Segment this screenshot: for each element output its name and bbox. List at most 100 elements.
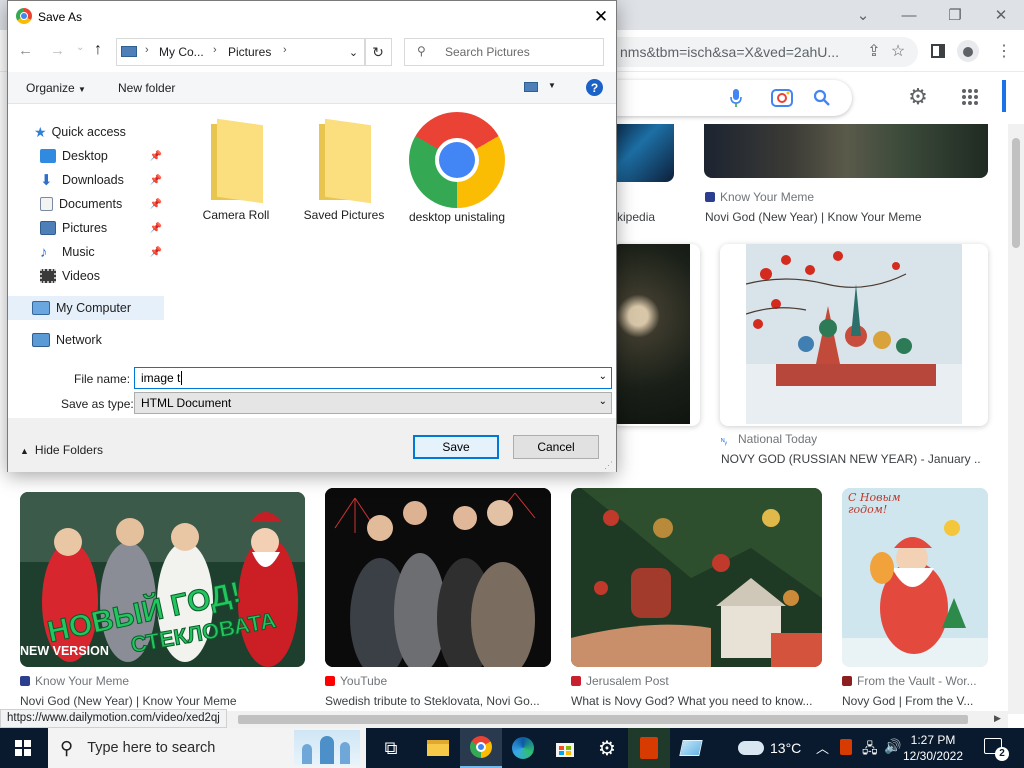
address-breadcrumb[interactable]: › My Co... › Pictures › ⌄ [116,38,366,66]
menu-dots-icon[interactable]: ⋮ [992,39,1016,63]
nav-network[interactable]: Network [8,328,164,352]
dialog-search-input[interactable]: ⚲ Search Pictures [404,38,604,66]
view-dropdown-icon[interactable]: ▼ [548,81,556,90]
share-icon[interactable]: ⇪ [862,39,886,63]
nav-pictures[interactable]: Pictures 📌 [8,216,164,240]
settings-gear-icon[interactable]: ⚙ [906,84,930,109]
result-card[interactable] [720,244,988,426]
tab-search-icon[interactable]: ⌄ [840,0,886,30]
search-icon[interactable] [810,86,834,110]
forward-arrow-icon[interactable]: → [50,42,65,59]
notification-count: 2 [995,747,1009,761]
notification-center-icon[interactable]: 2 [984,738,1009,761]
result-title[interactable]: Novi God (New Year) | Know Your Meme [20,694,305,708]
file-name-dropdown-icon[interactable]: ⌄ [599,371,607,382]
result-source[interactable]: ᴺᵧ National Today [721,432,817,447]
restore-button[interactable]: ❐ [932,0,978,30]
edge-icon[interactable] [502,728,544,768]
result-image[interactable] [571,488,822,667]
breadcrumb-separator-icon: › [213,44,217,56]
settings-gear-icon[interactable]: ⚙ [586,728,628,768]
nav-documents[interactable]: Documents 📌 [8,192,164,216]
nav-music[interactable]: ♪ Music 📌 [8,240,164,264]
chrome-icon [409,112,505,208]
recent-dropdown-icon[interactable]: ⌄ [76,42,84,53]
nav-my-computer[interactable]: My Computer [8,296,164,320]
file-name-input[interactable]: image t ⌄ [134,367,612,389]
file-explorer-icon[interactable] [417,728,459,768]
voice-search-icon[interactable] [724,86,748,110]
taskbar-clock[interactable]: 1:27 PM 12/30/2022 [902,732,964,764]
result-image[interactable] [325,488,551,667]
nav-desktop[interactable]: Desktop 📌 [8,144,164,168]
close-window-button[interactable]: ✕ [978,0,1024,30]
result-card[interactable] [612,244,700,426]
result-source[interactable]: YouTube [325,674,387,688]
profile-avatar[interactable] [956,39,980,63]
organize-button[interactable]: Organize ▼ [26,81,86,95]
nav-videos[interactable]: Videos [8,264,164,288]
result-title[interactable]: Novi God (New Year) | Know Your Meme [705,210,985,224]
resize-grip-icon[interactable]: ⋰ [604,460,613,471]
breadcrumb-dropdown-icon[interactable]: ⌄ [342,42,364,62]
show-hidden-icons-chevron-icon[interactable]: ︿ [816,738,829,757]
weather-cloud-icon[interactable] [736,728,766,768]
nav-downloads[interactable]: ⬇ Downloads 📌 [8,168,164,192]
app-window-icon[interactable] [670,728,712,768]
result-title[interactable]: What is Novy God? What you need to know.… [571,694,822,708]
result-image[interactable]: НОВЫЙ ГОД! СТЕКЛОВАТА NEW VERSION [20,492,305,667]
volume-icon[interactable]: 🔊 [884,738,901,755]
nav-label: Desktop [62,149,108,163]
back-arrow-icon[interactable]: ← [18,42,33,59]
network-tray-icon[interactable]: 🖧 [862,738,878,762]
result-source[interactable]: Jerusalem Post [571,674,669,688]
folder-item[interactable]: Camera Roll [194,118,278,222]
breadcrumb-my-computer[interactable]: My Co... [159,45,204,59]
result-source[interactable]: From the Vault - Wor... [842,674,988,688]
office-icon[interactable] [628,728,670,768]
result-source[interactable]: Know Your Meme [20,674,129,688]
result-image[interactable] [704,124,988,178]
store-icon[interactable] [544,728,586,768]
result-title[interactable]: Swedish tribute to Steklovata, Novi Go..… [325,694,551,708]
new-folder-button[interactable]: New folder [118,81,175,95]
shortcut-item[interactable]: desktop unistaling [402,112,512,224]
result-image[interactable]: С Новым годом! [842,488,988,667]
dialog-command-bar: Organize ▼ New folder ▼ ? [8,72,616,104]
side-panel-icon[interactable] [926,39,950,63]
windows-taskbar: ⚲ Type here to search ⧉ ⚙ 13°C ︿ 🖧 🔊 1:2… [0,728,1024,768]
up-arrow-icon[interactable]: ↑ [94,41,102,59]
save-type-select[interactable]: HTML Document ⌄ [134,392,612,414]
cancel-button[interactable]: Cancel [513,435,599,459]
nav-quick-access[interactable]: ★ Quick access [8,120,164,144]
chevron-up-icon: ▲ [20,446,29,456]
apps-grid-icon[interactable] [958,85,982,109]
search-icon: ⚲ [417,44,426,58]
breadcrumb-pictures[interactable]: Pictures [228,45,271,59]
task-view-icon[interactable]: ⧉ [370,728,412,768]
minimize-button[interactable]: — [886,0,932,30]
bookmark-star-icon[interactable]: ☆ [886,39,910,63]
view-options-icon[interactable] [524,82,538,92]
new-version-badge: NEW VERSION [20,644,109,658]
page-scrollbar[interactable] [1008,124,1024,714]
folder-item[interactable]: Saved Pictures [302,118,386,222]
result-title[interactable]: NOVY GOD (RUSSIAN NEW YEAR) - January ..… [721,452,981,466]
refresh-icon[interactable]: ↻ [364,38,392,66]
windows-start-icon[interactable] [2,728,44,768]
hide-folders-button[interactable]: ▲ Hide Folders [20,443,103,457]
result-title[interactable]: Novy God | From the V... [842,694,988,708]
folder-icon [315,118,373,204]
chrome-taskbar-icon[interactable] [460,728,502,768]
result-title[interactable]: kipedia [617,210,677,224]
navigation-pane: ★ Quick access Desktop 📌 ⬇ Downloads 📌 Docum… [8,104,164,356]
result-image[interactable] [612,124,674,182]
result-source[interactable]: Know Your Meme [705,190,814,204]
help-icon[interactable]: ? [586,79,603,96]
dialog-close-button[interactable]: ✕ [586,4,616,30]
save-button[interactable]: Save [413,435,499,459]
office-tray-icon[interactable] [840,739,852,755]
lens-icon[interactable] [770,86,794,110]
taskbar-search-box[interactable]: ⚲ Type here to search [48,728,366,768]
weather-temp[interactable]: 13°C [770,740,801,756]
